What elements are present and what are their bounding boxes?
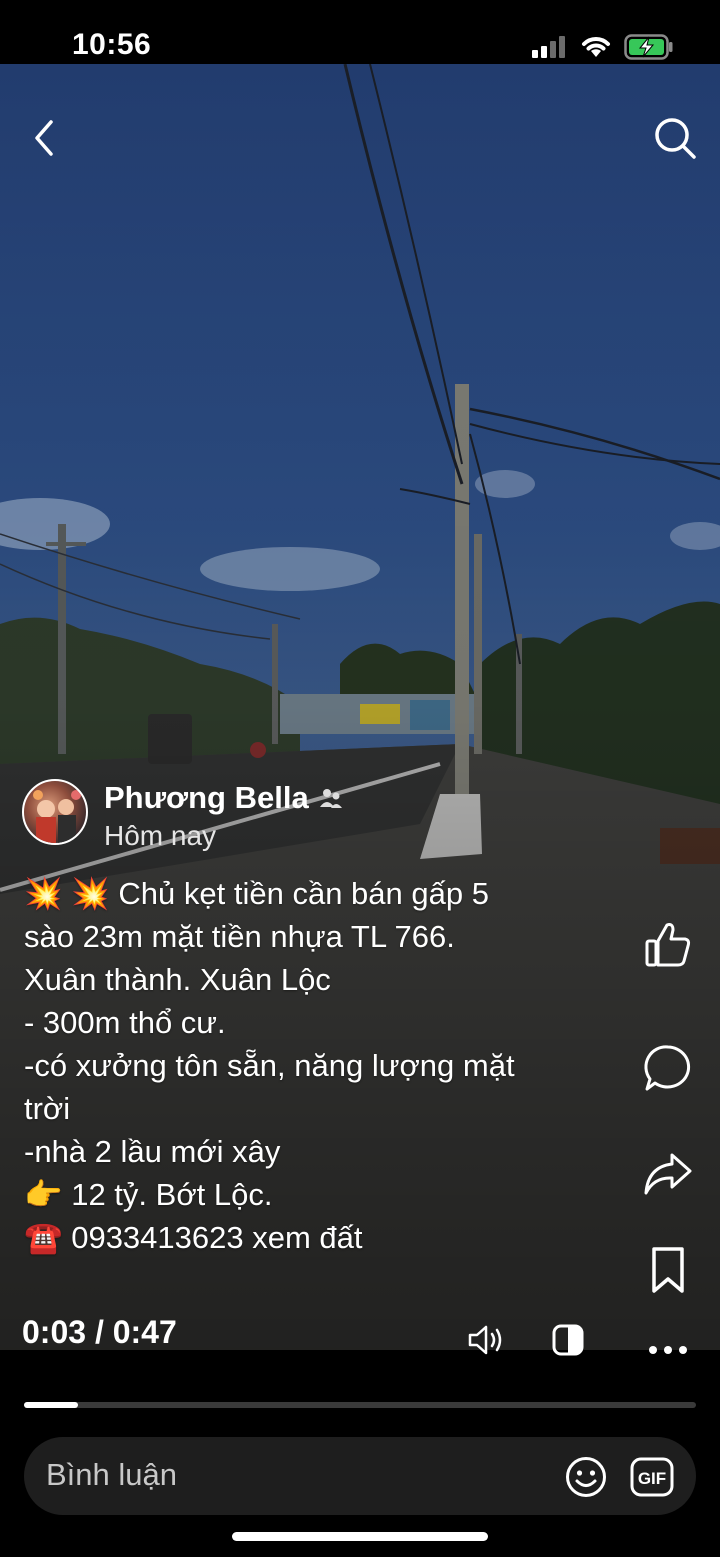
author-name[interactable]: Phương Bella xyxy=(104,780,309,816)
status-icons xyxy=(532,34,674,60)
gif-label: GIF xyxy=(638,1469,666,1488)
contrast-icon xyxy=(552,1324,584,1356)
gif-icon: GIF xyxy=(630,1457,674,1497)
progress-bar[interactable] xyxy=(24,1402,696,1408)
duration: 0:47 xyxy=(112,1314,177,1350)
comment-bar[interactable]: Bình luận GIF xyxy=(24,1437,696,1515)
post-time: Hôm nay xyxy=(104,820,217,851)
gif-button[interactable]: GIF xyxy=(630,1455,674,1499)
time-separator: / xyxy=(86,1314,113,1350)
comment-button[interactable] xyxy=(640,1040,696,1096)
search-icon xyxy=(655,118,696,159)
back-button[interactable] xyxy=(16,110,72,166)
more-button[interactable] xyxy=(640,1322,696,1378)
thumbs-up-icon xyxy=(645,923,691,967)
search-button[interactable] xyxy=(647,110,703,166)
wifi-icon xyxy=(582,37,610,57)
signal-icon xyxy=(532,36,565,58)
current-time: 0:03 xyxy=(22,1314,87,1350)
comment-icon xyxy=(644,1045,691,1091)
status-bar: 10:56 xyxy=(0,0,720,64)
comment-input[interactable]: Bình luận xyxy=(46,1457,177,1493)
volume-button[interactable] xyxy=(466,1320,506,1360)
more-icon xyxy=(649,1346,687,1354)
battery-charging-icon xyxy=(624,34,673,60)
chevron-left-icon xyxy=(35,120,53,156)
save-button[interactable] xyxy=(640,1242,696,1298)
progress-fill xyxy=(24,1402,78,1408)
bookmark-icon xyxy=(652,1247,684,1293)
volume-icon xyxy=(468,1325,502,1355)
emoji-button[interactable] xyxy=(564,1455,608,1499)
timecode: 0:03 / 0:47 xyxy=(22,1314,177,1351)
post-caption[interactable]: 💥 💥 Chủ kẹt tiền cần bán gấp 5 sào 23m m… xyxy=(24,872,614,1259)
like-button[interactable] xyxy=(640,916,696,972)
avatar[interactable] xyxy=(22,779,88,845)
emoji-icon xyxy=(566,1457,606,1497)
display-mode-button[interactable] xyxy=(548,1320,588,1360)
clock: 10:56 xyxy=(72,28,152,61)
author-name-row[interactable]: Phương Bella xyxy=(104,780,343,816)
home-indicator xyxy=(232,1532,488,1541)
share-button[interactable] xyxy=(640,1146,696,1202)
share-icon xyxy=(644,1153,692,1195)
friends-icon xyxy=(319,789,342,808)
